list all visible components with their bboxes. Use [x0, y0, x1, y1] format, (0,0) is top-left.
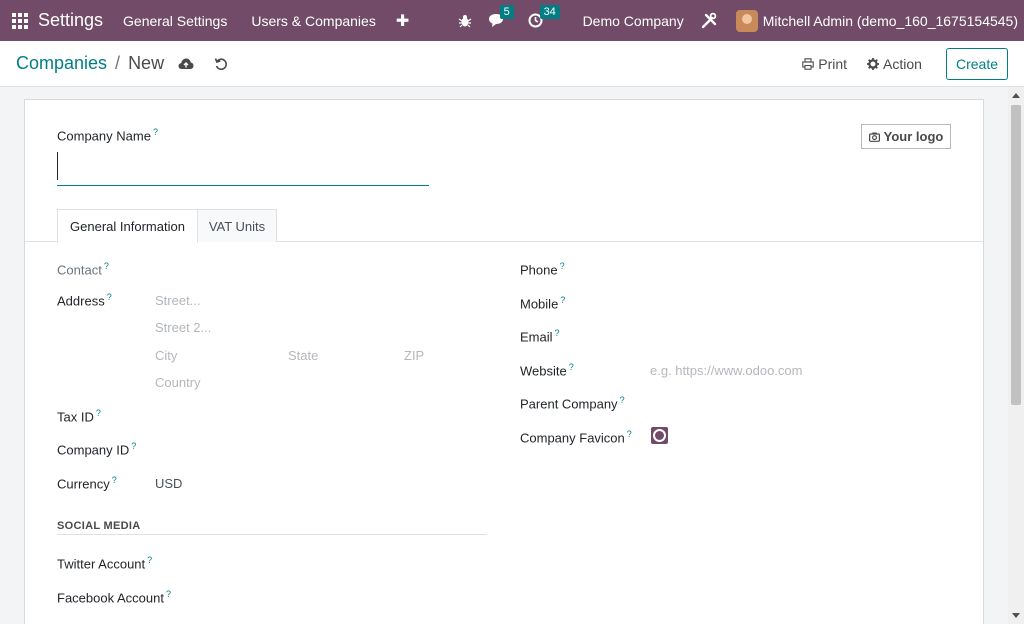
facebook-label-text: Facebook Account: [57, 590, 164, 606]
your-logo-button[interactable]: Your logo: [861, 124, 951, 149]
gear-icon: [867, 57, 880, 70]
company-favicon-label: Company Favicon?: [520, 429, 632, 445]
currency-label: Currency?: [57, 475, 117, 491]
breadcrumb-companies[interactable]: Companies: [16, 53, 107, 74]
app-brand[interactable]: Settings: [38, 10, 103, 31]
page-scrollbar[interactable]: [1008, 87, 1024, 624]
help-mark[interactable]: ?: [96, 408, 101, 418]
currency-select[interactable]: USD: [155, 476, 182, 491]
create-button[interactable]: Create: [945, 47, 1008, 80]
website-label: Website?: [520, 362, 574, 378]
help-mark[interactable]: ?: [131, 441, 136, 451]
tax-id-label: Tax ID?: [57, 408, 101, 424]
form-tabs: General Information VAT Units: [25, 209, 983, 243]
company-id-label-text: Company ID: [57, 442, 130, 458]
scroll-down-arrow-icon[interactable]: [1012, 613, 1020, 618]
company-id-label: Company ID?: [57, 441, 136, 457]
help-mark[interactable]: ?: [569, 362, 574, 372]
action-button[interactable]: Action: [867, 56, 922, 72]
activities-badge: 34: [539, 5, 560, 19]
scrollbar-thumb[interactable]: [1011, 105, 1021, 405]
menu-users-companies[interactable]: Users & Companies: [251, 13, 376, 29]
print-button[interactable]: Print: [802, 56, 847, 72]
address-label-text: Address: [57, 293, 105, 309]
tab-general-information[interactable]: General Information: [57, 209, 198, 243]
parent-company-label: Parent Company?: [520, 395, 625, 411]
mobile-label-text: Mobile: [520, 296, 559, 312]
print-label: Print: [818, 55, 848, 72]
zip-input[interactable]: ZIP: [404, 348, 424, 363]
navbar-systray: 5 34 Demo Company Mitchell Admin (demo_1…: [458, 0, 1024, 41]
tab-vat-units[interactable]: VAT Units: [197, 209, 277, 242]
contact-label: Contact?: [57, 261, 109, 277]
control-panel: Companies / New Print Action Create: [0, 41, 1024, 87]
address-label: Address?: [57, 292, 112, 308]
help-mark[interactable]: ?: [112, 475, 117, 485]
social-media-title: SOCIAL MEDIA: [57, 520, 141, 532]
city-input[interactable]: City: [155, 348, 177, 363]
currency-label-text: Currency: [57, 476, 110, 492]
apps-menu-icon[interactable]: [12, 12, 28, 29]
mobile-label: Mobile?: [520, 295, 565, 311]
website-label-text: Website: [520, 363, 567, 379]
plus-icon[interactable]: ✚: [396, 11, 409, 31]
twitter-label-text: Twitter Account: [57, 556, 146, 572]
top-navbar: Settings General Settings Users & Compan…: [0, 0, 1024, 41]
help-mark[interactable]: ?: [627, 429, 632, 439]
contact-label-text: Contact: [57, 262, 102, 278]
help-mark[interactable]: ?: [555, 328, 560, 338]
street-input[interactable]: Street...: [155, 293, 201, 308]
breadcrumb-separator: /: [115, 53, 121, 73]
twitter-label: Twitter Account?: [57, 555, 152, 571]
street2-input[interactable]: Street 2...: [155, 320, 211, 335]
camera-icon: [868, 132, 880, 142]
help-mark[interactable]: ?: [620, 395, 625, 405]
tools-icon[interactable]: [700, 12, 718, 30]
company-name-label-text: Company Name: [57, 128, 151, 144]
form-view: Company Name? Your logo General Informat…: [0, 87, 1008, 624]
country-input[interactable]: Country: [155, 375, 201, 390]
control-actions: Print Action Create: [802, 47, 1024, 80]
print-icon: [802, 57, 814, 70]
menu-general-settings[interactable]: General Settings: [123, 13, 227, 29]
help-mark[interactable]: ?: [560, 261, 565, 271]
phone-label: Phone?: [520, 261, 565, 277]
help-mark[interactable]: ?: [107, 292, 112, 302]
help-mark[interactable]: ?: [560, 295, 565, 305]
user-menu[interactable]: Mitchell Admin (demo_160_1675154545): [763, 13, 1018, 29]
bug-icon[interactable]: [458, 14, 472, 28]
company-name-input[interactable]: [57, 146, 429, 186]
parent-company-label-text: Parent Company: [520, 396, 618, 412]
email-label: Email?: [520, 328, 560, 344]
facebook-label: Facebook Account?: [57, 589, 171, 605]
company-favicon-label-text: Company Favicon: [520, 430, 625, 446]
breadcrumb: Companies / New: [16, 53, 164, 74]
messages-icon[interactable]: 5: [488, 4, 514, 29]
email-label-text: Email: [520, 329, 553, 345]
activities-clock-icon[interactable]: 34: [528, 5, 560, 28]
save-cloud-icon[interactable]: [178, 57, 194, 71]
breadcrumb-current: New: [128, 53, 165, 73]
scroll-up-arrow-icon[interactable]: [1012, 93, 1020, 98]
user-avatar[interactable]: [735, 9, 758, 32]
tax-id-label-text: Tax ID: [57, 409, 94, 425]
your-logo-label: Your logo: [883, 129, 944, 144]
help-mark[interactable]: ?: [104, 261, 109, 271]
state-input[interactable]: State: [288, 348, 318, 363]
messages-badge: 5: [499, 4, 514, 19]
action-label: Action: [883, 55, 922, 72]
website-input[interactable]: e.g. https://www.odoo.com: [650, 363, 802, 378]
discard-undo-icon[interactable]: [214, 57, 228, 71]
help-mark[interactable]: ?: [166, 589, 171, 599]
company-name-label: Company Name?: [57, 127, 158, 143]
section-divider: [57, 534, 487, 535]
help-mark[interactable]: ?: [147, 555, 152, 565]
phone-label-text: Phone: [520, 262, 558, 278]
help-mark[interactable]: ?: [153, 127, 158, 137]
form-sheet: Company Name? Your logo General Informat…: [24, 99, 984, 624]
favicon-image[interactable]: [651, 427, 668, 444]
company-switcher[interactable]: Demo Company: [583, 13, 684, 29]
